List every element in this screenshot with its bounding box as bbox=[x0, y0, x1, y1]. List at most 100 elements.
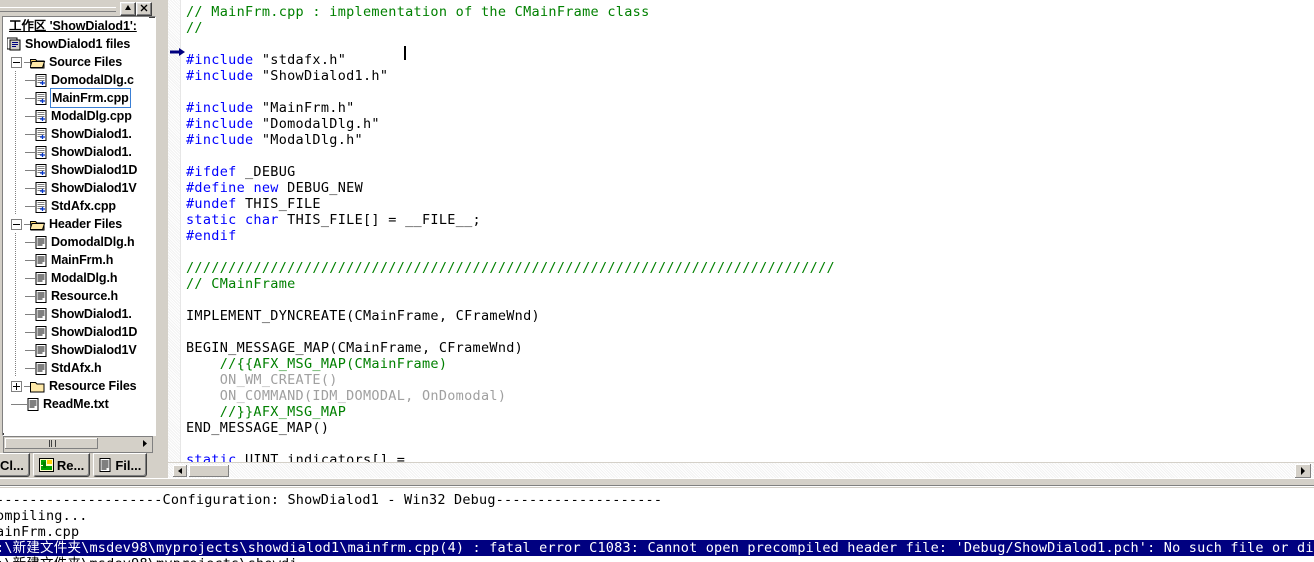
tree-file-row[interactable]: ModalDlg.h bbox=[3, 269, 149, 287]
cpp-file-icon bbox=[35, 199, 47, 213]
tree-file-row[interactable]: ShowDialod1D bbox=[3, 161, 149, 179]
code-token: #include bbox=[186, 131, 254, 148]
scroll-right-arrow[interactable] bbox=[1295, 464, 1311, 478]
tree-file-row[interactable]: MainFrm.h bbox=[3, 251, 149, 269]
vertical-splitter[interactable] bbox=[158, 0, 168, 478]
open-folder-icon bbox=[30, 58, 46, 68]
code-token: // bbox=[186, 19, 203, 36]
code-token: static char bbox=[186, 211, 279, 228]
editor-horizontal-scrollbar[interactable] bbox=[168, 462, 1314, 479]
cpp-file-icon bbox=[35, 127, 47, 141]
cpp-file-icon bbox=[35, 163, 47, 177]
code-token: THIS_FILE[] = __FILE__; bbox=[278, 211, 481, 228]
horizontal-splitter[interactable] bbox=[0, 478, 1314, 488]
header-file-icon bbox=[35, 253, 47, 267]
code-editor[interactable]: // MainFrm.cpp : implementation of the C… bbox=[168, 0, 1314, 462]
tree-file-label: ShowDialod1D bbox=[51, 163, 138, 177]
scroll-right-arrow[interactable] bbox=[137, 438, 151, 449]
code-token: ON_WM_CREATE() bbox=[186, 371, 338, 388]
header-file-icon bbox=[35, 289, 47, 303]
tree-file-row[interactable]: DomodalDlg.c bbox=[3, 71, 149, 89]
tree-file-row-selected[interactable]: MainFrm.cpp bbox=[3, 88, 149, 108]
current-statement-arrow-icon bbox=[170, 48, 185, 56]
code-token: "ShowDialod1.h" bbox=[253, 67, 389, 84]
scrollbar-thumb[interactable] bbox=[5, 438, 98, 449]
triangle-left-icon bbox=[177, 468, 182, 474]
tab-resource-view[interactable]: Re... bbox=[32, 453, 91, 477]
code-token: ON_COMMAND(IDM_DOMODAL, OnDomodal) bbox=[186, 387, 507, 404]
tree-file-row[interactable]: ModalDlg.cpp bbox=[3, 107, 149, 125]
workspace-horizontal-scrollbar[interactable] bbox=[3, 436, 153, 453]
code-token: _DEBUG bbox=[236, 163, 296, 180]
scrollbar-thumb[interactable] bbox=[189, 465, 229, 477]
tree-file-row[interactable]: ShowDialod1. bbox=[3, 143, 149, 161]
project-root-label: ShowDialod1 files bbox=[25, 37, 131, 51]
expander-minus-icon[interactable] bbox=[11, 218, 22, 230]
code-token: ////////////////////////////////////////… bbox=[186, 259, 835, 276]
workspace-title-row: 工作区 'ShowDialod1': bbox=[3, 17, 149, 35]
workspace-pane: 工作区 'ShowDialod1': ShowDialod1 files Sou… bbox=[0, 0, 158, 478]
tree-file-label: ModalDlg.h bbox=[51, 271, 118, 285]
tree-file-row[interactable]: ShowDialod1V bbox=[3, 179, 149, 197]
tree-file-row[interactable]: ShowDialod1. bbox=[3, 125, 149, 143]
scroll-left-arrow[interactable] bbox=[173, 465, 187, 477]
source-code-text[interactable]: // MainFrm.cpp : implementation of the C… bbox=[186, 4, 835, 463]
expander-plus-icon[interactable] bbox=[11, 380, 22, 392]
code-token: // MainFrm.cpp : implementation of the C… bbox=[186, 3, 650, 20]
folder-header-files[interactable]: Header Files bbox=[3, 215, 149, 233]
vc6-main-window: 工作区 'ShowDialod1': ShowDialod1 files Sou… bbox=[0, 0, 1314, 562]
workspace-view-tabs[interactable]: Cl... Re... Fil... bbox=[0, 453, 150, 477]
code-token: "MainFrm.h" bbox=[253, 99, 355, 116]
tree-file-readme[interactable]: ReadMe.txt bbox=[3, 395, 149, 413]
header-file-icon bbox=[35, 271, 47, 285]
header-file-icon bbox=[35, 235, 47, 249]
tree-file-label: ReadMe.txt bbox=[43, 397, 109, 411]
tree-file-row[interactable]: ShowDialod1V bbox=[3, 341, 149, 359]
tab-class-view[interactable]: Cl... bbox=[0, 453, 30, 477]
editor-gutter[interactable] bbox=[168, 0, 181, 462]
expander-minus-icon[interactable] bbox=[11, 56, 22, 68]
header-files-children: DomodalDlg.h MainFrm.h ModalDlg.h Resour… bbox=[3, 233, 149, 377]
tree-file-label: ShowDialod1V bbox=[51, 343, 137, 357]
code-token: //{{AFX_MSG_MAP(CMainFrame) bbox=[186, 355, 448, 372]
folder-source-files[interactable]: Source Files bbox=[3, 53, 149, 71]
header-file-icon bbox=[35, 361, 47, 375]
code-token: UINT indicators[] = bbox=[236, 451, 406, 463]
code-token: // CMainFrame bbox=[186, 275, 296, 292]
tree-file-label: ShowDialod1D bbox=[51, 325, 138, 339]
close-icon bbox=[140, 4, 148, 12]
triangle-right-icon bbox=[142, 440, 147, 447]
output-pane[interactable]: --------------------Configuration: ShowD… bbox=[0, 488, 1314, 562]
tree-file-label: ShowDialod1. bbox=[51, 145, 132, 159]
tree-file-row[interactable]: StdAfx.h bbox=[3, 359, 149, 377]
folder-resource-files[interactable]: Resource Files bbox=[3, 377, 149, 395]
tree-file-row[interactable]: StdAfx.cpp bbox=[3, 197, 149, 215]
tree-file-row[interactable]: Resource.h bbox=[3, 287, 149, 305]
project-root-row[interactable]: ShowDialod1 files bbox=[3, 35, 149, 53]
tree-file-label: StdAfx.h bbox=[51, 361, 102, 375]
folder-label: Source Files bbox=[49, 55, 123, 69]
code-token: "DomodalDlg.h" bbox=[253, 115, 380, 132]
tab-file-view[interactable]: Fil... bbox=[93, 453, 148, 477]
output-line-filename: ainFrm.cpp bbox=[0, 524, 80, 540]
output-line-error-selected[interactable]: :\新建文件夹\msdev98\myprojects\showdialod1\m… bbox=[0, 540, 1314, 556]
tree-file-row[interactable]: ShowDialod1D bbox=[3, 323, 149, 341]
tree-file-row[interactable]: ShowDialod1. bbox=[3, 305, 149, 323]
cpp-file-icon bbox=[35, 145, 47, 159]
tree-file-row[interactable]: DomodalDlg.h bbox=[3, 233, 149, 251]
tree-file-label: ModalDlg.cpp bbox=[51, 109, 132, 123]
code-token: "ModalDlg.h" bbox=[253, 131, 363, 148]
code-token: #endif bbox=[186, 227, 237, 244]
tab-label: Fil... bbox=[115, 457, 142, 473]
output-line-next[interactable]: :\新建文件夹\msdev98\myprojects\showdi bbox=[0, 556, 298, 562]
file-view-icon bbox=[99, 458, 111, 472]
tree-file-label: ShowDialod1. bbox=[51, 307, 132, 321]
text-file-icon bbox=[27, 397, 39, 411]
tree-file-label: ShowDialod1. bbox=[51, 127, 132, 141]
workspace-restore-button[interactable] bbox=[120, 2, 136, 16]
workspace-titlebar bbox=[0, 0, 158, 16]
workspace-close-button[interactable] bbox=[136, 2, 152, 16]
file-view-tree[interactable]: 工作区 'ShowDialod1': ShowDialod1 files Sou… bbox=[3, 17, 149, 433]
tree-file-label-selected: MainFrm.cpp bbox=[50, 88, 131, 108]
header-file-icon bbox=[35, 307, 47, 321]
